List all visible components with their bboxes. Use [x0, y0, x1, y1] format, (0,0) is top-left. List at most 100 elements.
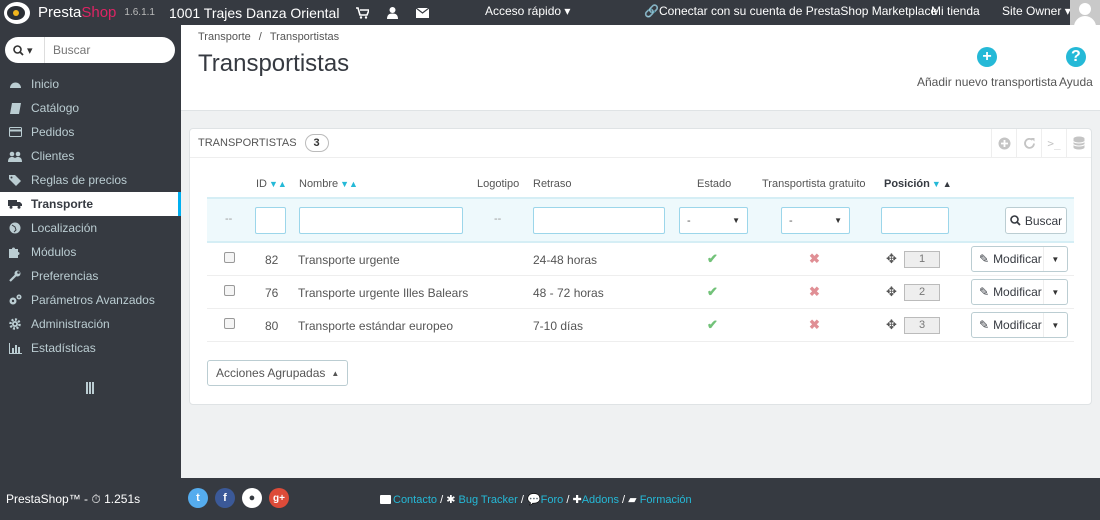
sidebar-item-inicio[interactable]: Inicio [0, 72, 181, 96]
user-icon[interactable] [385, 6, 399, 19]
table-row[interactable]: 76 Transporte urgente Illes Balears 48 -… [207, 276, 1074, 309]
edit-button[interactable]: ✎ Modificar [972, 313, 1044, 337]
table-row[interactable]: 80 Transporte estándar europeo 7-10 días… [207, 309, 1074, 342]
avatar[interactable] [1070, 0, 1100, 25]
drag-handle-icon[interactable]: ✥ [886, 317, 897, 333]
bulk-actions-button[interactable]: Acciones Agrupadas ▲ [207, 360, 349, 386]
book-icon: ▰ [628, 494, 637, 506]
sidebar-item-administracion[interactable]: Administración [0, 312, 181, 336]
twitter-icon[interactable]: t [188, 488, 208, 508]
check-icon[interactable]: ✔ [707, 251, 718, 267]
database-icon[interactable] [1066, 129, 1091, 157]
footer-link-bug-tracker[interactable]: Bug Tracker [458, 494, 517, 506]
sidebar-collapse-icon[interactable] [86, 382, 96, 394]
sidebar-item-clientes[interactable]: Clientes [0, 144, 181, 168]
edit-dropdown-toggle[interactable]: ▼ [1044, 313, 1067, 337]
clock-icon: ⏱ [91, 492, 101, 506]
add-carrier-button[interactable]: + Añadir nuevo transportista [917, 47, 1057, 89]
sidebar-item-preferencias[interactable]: Preferencias [0, 264, 181, 288]
row-id: 76 [265, 286, 279, 300]
filter-search-button[interactable]: Buscar [1005, 207, 1067, 234]
cross-icon[interactable]: ✖ [809, 284, 820, 300]
my-store-link[interactable]: Mi tienda [931, 4, 980, 18]
sort-icon[interactable]: ▼▲ [269, 179, 287, 189]
search-type-dropdown[interactable]: ▾ [5, 37, 45, 63]
cross-icon[interactable]: ✖ [809, 317, 820, 333]
terminal-icon[interactable]: >_ [1041, 129, 1066, 157]
sidebar-item-reglas-de-precios[interactable]: Reglas de precios [0, 168, 181, 192]
refresh-icon[interactable] [1016, 129, 1041, 157]
filter-placeholder-dash: -- [225, 213, 233, 225]
sort-asc-icon[interactable]: ▲ [943, 179, 952, 189]
drag-handle-icon[interactable]: ✥ [886, 284, 897, 300]
edit-dropdown-toggle[interactable]: ▼ [1044, 247, 1067, 271]
table-row[interactable]: 82 Transporte urgente 24-48 horas ✔ ✖ ✥ … [207, 243, 1074, 276]
sidebar-item-label: Catálogo [31, 101, 80, 115]
search-input[interactable] [45, 43, 165, 57]
envelope-icon[interactable] [415, 7, 429, 19]
caret-up-icon: ▲ [331, 368, 340, 378]
edit-button-group: ✎ Modificar ▼ [971, 246, 1068, 272]
sidebar-item-estadisticas[interactable]: Estadísticas [0, 336, 181, 360]
help-button[interactable]: ? Ayuda [1059, 47, 1093, 89]
footer-link-addons[interactable]: Addons [582, 494, 619, 506]
check-icon[interactable]: ✔ [707, 284, 718, 300]
sidebar-item-parametros-avanzados[interactable]: Parámetros Avanzados [0, 288, 181, 312]
panel-toolbar: >_ [991, 129, 1091, 157]
sidebar-item-modulos[interactable]: Módulos [0, 240, 181, 264]
logo[interactable]: PrestaShop 1.6.1.1 [0, 0, 155, 25]
search-icon [13, 44, 24, 56]
breadcrumb-item[interactable]: Transporte [198, 31, 251, 43]
filter-delay-input[interactable] [533, 207, 665, 234]
cross-icon[interactable]: ✖ [809, 251, 820, 267]
sidebar-item-pedidos[interactable]: Pedidos [0, 120, 181, 144]
column-header-id[interactable]: ID ▼▲ [256, 178, 287, 190]
employee-menu[interactable]: Site Owner ▾ [1002, 4, 1071, 18]
filter-status-select[interactable]: - ▼ [679, 207, 748, 234]
drag-handle-icon[interactable]: ✥ [886, 251, 897, 267]
position-value: 2 [904, 284, 940, 301]
edit-button[interactable]: ✎ Modificar [972, 247, 1044, 271]
footer-link-contacto[interactable]: Contacto [393, 494, 437, 506]
filter-position-input[interactable] [881, 207, 949, 234]
google-plus-icon[interactable]: g+ [269, 488, 289, 508]
quick-access-menu[interactable]: Acceso rápido ▾ [485, 4, 570, 18]
add-circle-icon[interactable] [991, 129, 1016, 157]
row-id: 82 [265, 253, 279, 267]
footer-link-formacion[interactable]: Formación [640, 494, 692, 506]
row-name: Transporte estándar europeo [298, 319, 453, 333]
row-checkbox[interactable] [224, 252, 235, 263]
row-delay: 24-48 horas [533, 253, 598, 267]
marketplace-connect-link[interactable]: 🔗Conectar con su cuenta de PrestaShop Ma… [644, 4, 937, 18]
pencil-icon: ✎ [979, 252, 990, 266]
caret-down-icon: ▼ [1051, 287, 1060, 297]
row-checkbox[interactable] [224, 285, 235, 296]
breadcrumb: Transporte / Transportistas [198, 31, 340, 43]
sidebar-item-transporte[interactable]: Transporte [0, 192, 181, 216]
edit-button[interactable]: ✎ Modificar [972, 280, 1044, 304]
column-header-position[interactable]: Posición ▼ ▲ [884, 178, 952, 190]
position-value: 1 [904, 251, 940, 268]
prestashop-logo-icon [4, 1, 30, 24]
cart-icon[interactable] [355, 6, 369, 19]
facebook-icon[interactable]: f [215, 488, 235, 508]
filter-name-input[interactable] [299, 207, 463, 234]
sidebar-item-catalogo[interactable]: Catálogo [0, 96, 181, 120]
caret-down-icon: ▼ [732, 216, 740, 225]
filter-free-select[interactable]: - ▼ [781, 207, 850, 234]
github-icon[interactable]: ● [242, 488, 262, 508]
column-header-name[interactable]: Nombre ▼▲ [299, 178, 358, 190]
filter-id-input[interactable] [255, 207, 286, 234]
sort-desc-icon[interactable]: ▼ [932, 179, 941, 189]
sort-icon[interactable]: ▼▲ [340, 179, 358, 189]
link-icon: 🔗 [644, 4, 659, 18]
breadcrumb-item[interactable]: Transportistas [270, 31, 339, 43]
sidebar-item-localizacion[interactable]: Localización [0, 216, 181, 240]
check-icon[interactable]: ✔ [707, 317, 718, 333]
position-value: 3 [904, 317, 940, 334]
edit-dropdown-toggle[interactable]: ▼ [1044, 280, 1067, 304]
sidebar: ▾ Inicio Catálogo Pedidos Clientes Regla… [0, 25, 181, 478]
row-checkbox[interactable] [224, 318, 235, 329]
footer-link-foro[interactable]: Foro [541, 494, 564, 506]
shop-name[interactable]: 1001 Trajes Danza Oriental [169, 5, 339, 21]
